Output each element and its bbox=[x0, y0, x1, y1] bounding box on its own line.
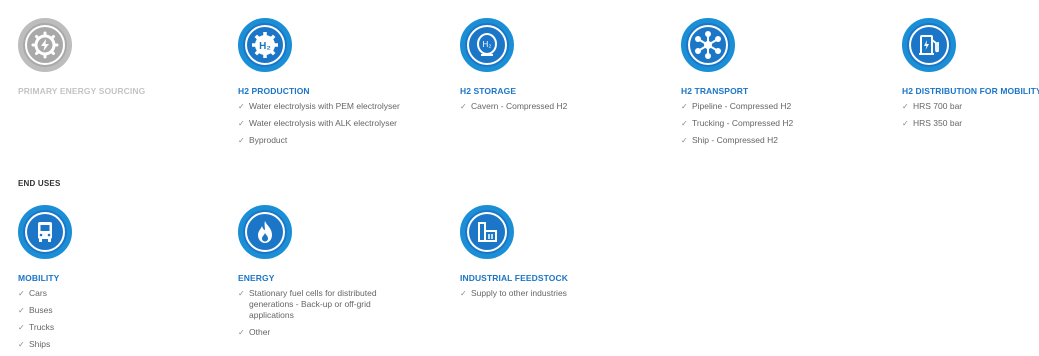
list-item: Water electrolysis with PEM electrolyser bbox=[238, 101, 400, 112]
list-item: Supply to other industries bbox=[460, 288, 568, 299]
list-item: Trucks bbox=[18, 322, 72, 333]
fuel-pump-icon bbox=[902, 18, 956, 72]
feature-list: Cavern - Compressed H2 bbox=[460, 101, 567, 112]
column-primary-energy-sourcing: PRIMARY ENERGY SOURCING bbox=[18, 18, 145, 96]
list-item: Pipeline - Compressed H2 bbox=[681, 101, 793, 112]
list-item: Cavern - Compressed H2 bbox=[460, 101, 567, 112]
list-item: Ship - Compressed H2 bbox=[681, 135, 793, 146]
column-industrial-feedstock: INDUSTRIAL FEEDSTOCK Supply to other ind… bbox=[460, 205, 568, 305]
column-mobility: MOBILITY Cars Buses Trucks Ships bbox=[18, 205, 72, 356]
bus-icon bbox=[18, 205, 72, 259]
list-item: Ships bbox=[18, 339, 72, 350]
feature-list: Supply to other industries bbox=[460, 288, 568, 299]
gear-lightning-icon bbox=[18, 18, 72, 72]
h2-tank-icon: H₂ bbox=[460, 18, 514, 72]
network-hub-icon bbox=[681, 18, 735, 72]
feature-list: Cars Buses Trucks Ships bbox=[18, 288, 72, 350]
end-uses-heading: END USES bbox=[18, 179, 61, 188]
list-item: Buses bbox=[18, 305, 72, 316]
list-item: Water electrolysis with ALK electrolyser bbox=[238, 118, 400, 129]
svg-text:H₂: H₂ bbox=[483, 40, 492, 49]
column-h2-production: H₂ H2 PRODUCTION Water electrolysis with… bbox=[238, 18, 400, 152]
feature-list: Stationary fuel cells for distributed ge… bbox=[238, 288, 418, 338]
list-item: HRS 350 bar bbox=[902, 118, 1039, 129]
column-title: H2 TRANSPORT bbox=[681, 86, 749, 96]
column-h2-storage: H₂ H2 STORAGE Cavern - Compressed H2 bbox=[460, 18, 567, 118]
column-title: H2 STORAGE bbox=[460, 86, 517, 96]
list-item: HRS 700 bar bbox=[902, 101, 1039, 112]
column-h2-transport: H2 TRANSPORT Pipeline - Compressed H2 Tr… bbox=[681, 18, 793, 152]
flame-icon bbox=[238, 205, 292, 259]
column-energy: ENERGY Stationary fuel cells for distrib… bbox=[238, 205, 418, 344]
list-item: Other bbox=[238, 327, 418, 338]
list-item: Cars bbox=[18, 288, 72, 299]
feature-list: HRS 700 bar HRS 350 bar bbox=[902, 101, 1039, 129]
column-h2-distribution: H2 DISTRIBUTION FOR MOBILITY HRS 700 bar… bbox=[902, 18, 1039, 135]
list-item: Stationary fuel cells for distributed ge… bbox=[238, 288, 409, 321]
column-title: INDUSTRIAL FEEDSTOCK bbox=[460, 273, 568, 283]
column-title: H2 PRODUCTION bbox=[238, 86, 310, 96]
column-title: H2 DISTRIBUTION FOR MOBILITY bbox=[902, 86, 1039, 96]
svg-text:H₂: H₂ bbox=[259, 41, 271, 52]
list-item: Trucking - Compressed H2 bbox=[681, 118, 793, 129]
list-item: Byproduct bbox=[238, 135, 400, 146]
column-title: PRIMARY ENERGY SOURCING bbox=[18, 86, 146, 96]
h2-gear-icon: H₂ bbox=[238, 18, 292, 72]
column-title: ENERGY bbox=[238, 273, 275, 283]
factory-icon bbox=[460, 205, 514, 259]
feature-list: Pipeline - Compressed H2 Trucking - Comp… bbox=[681, 101, 793, 146]
column-title: MOBILITY bbox=[18, 273, 60, 283]
feature-list: Water electrolysis with PEM electrolyser… bbox=[238, 101, 400, 146]
